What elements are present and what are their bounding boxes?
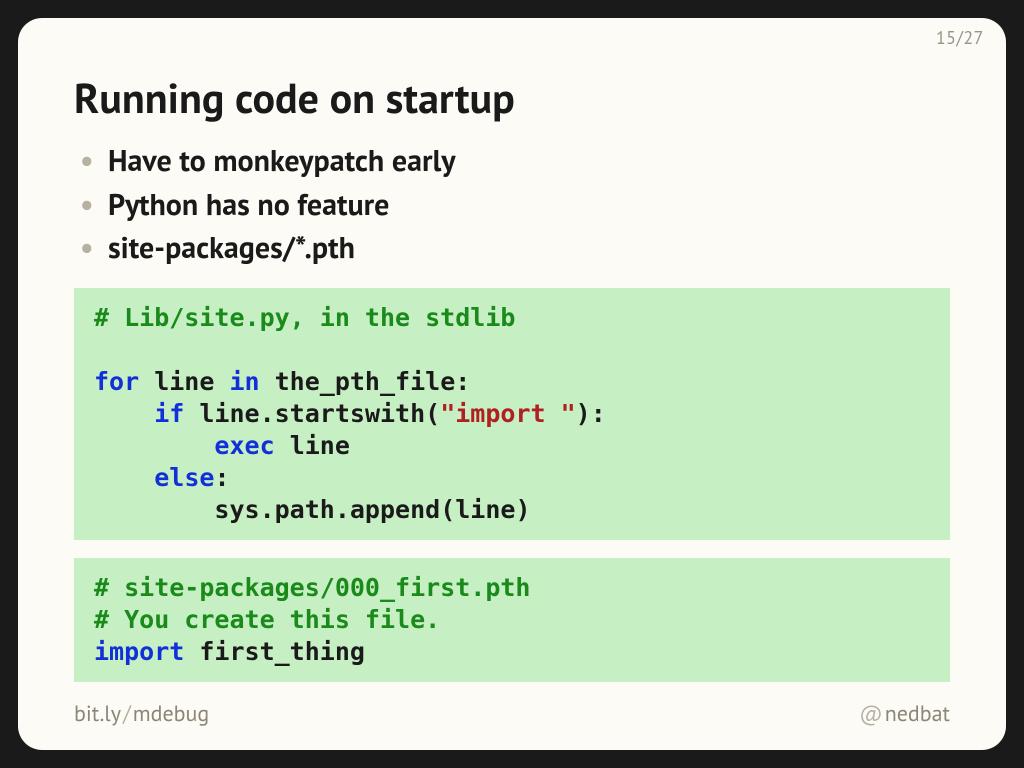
code-indent — [94, 399, 154, 428]
at-sign: @ — [857, 700, 884, 728]
code-block-stdlib: # Lib/site.py, in the stdlib for line in… — [74, 288, 950, 540]
code-text: the_pth_file: — [260, 367, 471, 396]
footer-handle-name: nedbat — [885, 700, 950, 728]
code-keyword: exec — [214, 431, 274, 460]
code-keyword: import — [94, 637, 184, 666]
bullet-item: Have to monkeypatch early — [74, 139, 950, 183]
code-comment: # Lib/site.py, in the stdlib — [94, 303, 515, 332]
code-text: sys.path.append(line) — [214, 495, 530, 524]
slide: 15/27 Running code on startup Have to mo… — [18, 18, 1006, 750]
bullet-list: Have to monkeypatch early Python has no … — [74, 139, 950, 270]
slide-title: Running code on startup — [74, 70, 950, 125]
page-current: 15 — [936, 26, 957, 49]
code-text: : — [214, 463, 229, 492]
code-text: line — [275, 431, 350, 460]
code-comment: # You create this file. — [94, 605, 440, 634]
code-text: first_thing — [184, 637, 365, 666]
code-indent — [94, 431, 214, 460]
code-text: line.startswith( — [184, 399, 440, 428]
code-text: ): — [576, 399, 606, 428]
code-string: "import " — [440, 399, 575, 428]
code-block-pth: # site-packages/000_first.pth # You crea… — [74, 558, 950, 682]
page-counter: 15/27 — [936, 26, 984, 49]
footer-handle: @nedbat — [857, 700, 950, 728]
footer-link: bit.ly/mdebug — [74, 700, 209, 728]
bullet-item: Python has no feature — [74, 183, 950, 227]
code-keyword: in — [229, 367, 259, 396]
code-indent — [94, 495, 214, 524]
page-total: 27 — [963, 26, 984, 49]
bullet-item: site-packages/*.pth — [74, 226, 950, 270]
code-keyword: if — [154, 399, 184, 428]
stage: 15/27 Running code on startup Have to mo… — [0, 0, 1024, 768]
code-keyword: for — [94, 367, 139, 396]
code-indent — [94, 463, 154, 492]
code-keyword: else — [154, 463, 214, 492]
slide-footer: bit.ly/mdebug @nedbat — [74, 700, 950, 728]
code-comment: # site-packages/000_first.pth — [94, 573, 531, 602]
code-text: line — [139, 367, 229, 396]
footer-link-host: bit.ly — [74, 700, 121, 728]
footer-link-path: mdebug — [133, 700, 209, 728]
footer-link-sep: / — [121, 700, 133, 728]
